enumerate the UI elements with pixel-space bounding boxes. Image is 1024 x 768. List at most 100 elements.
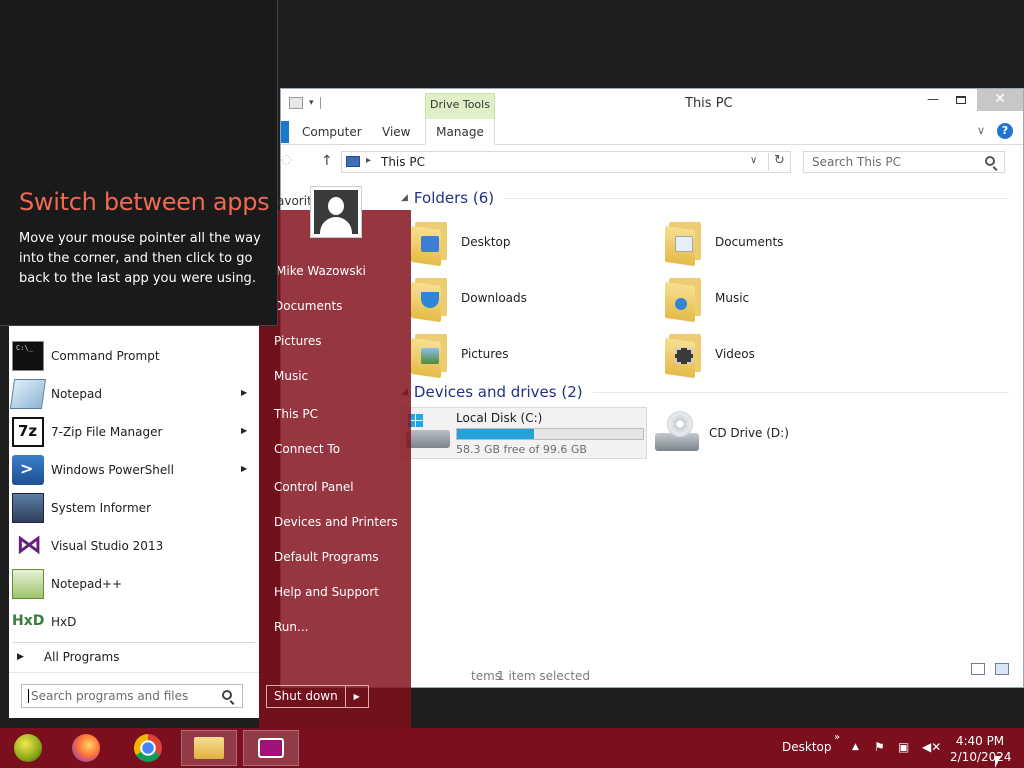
back-button[interactable]: ◌	[281, 152, 293, 170]
command-prompt-icon: C:\_	[12, 341, 44, 371]
submenu-arrow-icon[interactable]: ▶	[241, 426, 247, 435]
breadcrumb-this-pc[interactable]: This PC	[381, 155, 425, 169]
taskbar-camera-app[interactable]	[243, 730, 299, 766]
place-connect-to[interactable]: Connect To	[274, 442, 340, 456]
drive-cd-d[interactable]: CD Drive (D:)	[655, 407, 789, 459]
start-search-input[interactable]: Search programs and files	[21, 684, 243, 708]
folder-videos[interactable]: Videos	[665, 329, 755, 379]
desktop-folder-icon	[411, 220, 451, 267]
action-center-flag-icon[interactable]: ⚑	[874, 740, 885, 754]
start-button[interactable]	[0, 730, 56, 766]
place-documents[interactable]: Documents	[274, 299, 342, 313]
properties-icon[interactable]	[289, 97, 303, 109]
folder-downloads[interactable]: Downloads	[411, 273, 527, 323]
maximize-button[interactable]	[947, 89, 975, 111]
taskbar-chrome[interactable]	[120, 730, 176, 766]
address-bar[interactable]: ▸ This PC ∨ ↻	[341, 151, 791, 173]
drive-local-disk-c[interactable]: Local Disk (C:) 58.3 GB free of 99.6 GB	[401, 407, 647, 459]
place-run[interactable]: Run...	[274, 620, 308, 634]
seven-zip-icon: 7z	[12, 417, 44, 447]
submenu-arrow-icon[interactable]: ▶	[241, 464, 247, 473]
start-menu-divider	[13, 642, 255, 643]
address-history-chevron-icon[interactable]: ∨	[750, 155, 757, 166]
start-menu-divider	[9, 672, 259, 673]
place-default-programs[interactable]: Default Programs	[274, 550, 379, 564]
folder-label: Documents	[715, 235, 784, 249]
desktop-toolbar-label[interactable]: Desktop	[782, 740, 832, 754]
visual-studio-icon: ⋈	[16, 530, 42, 560]
program-label: Windows PowerShell	[51, 463, 174, 477]
devices-group-header[interactable]: ◢ Devices and drives (2)	[401, 383, 1009, 401]
toolbar-expand-chevron-icon[interactable]: »	[834, 732, 840, 743]
program-command-prompt[interactable]: C:\_ Command Prompt	[9, 338, 259, 374]
program-hxd[interactable]: HxD HxD	[9, 604, 259, 640]
videos-folder-icon	[665, 332, 705, 379]
place-devices-and-printers[interactable]: Devices and Printers	[274, 515, 398, 529]
search-icon[interactable]	[985, 156, 995, 166]
file-tab[interactable]	[281, 121, 289, 143]
camera-icon	[258, 738, 284, 758]
tab-view[interactable]: View	[382, 125, 410, 139]
program-7zip[interactable]: 7z 7-Zip File Manager ▶	[9, 414, 259, 450]
taskbar-firefox[interactable]	[58, 730, 114, 766]
program-notepad-plus-plus[interactable]: Notepad++	[9, 566, 259, 602]
place-help-and-support[interactable]: Help and Support	[274, 585, 379, 599]
folder-desktop[interactable]: Desktop	[411, 217, 511, 267]
refresh-button[interactable]: ↻	[768, 153, 790, 171]
user-avatar[interactable]	[310, 186, 362, 238]
nav-favorites[interactable]: avorit	[277, 194, 312, 208]
show-hidden-icons-arrow-icon[interactable]: ▲	[852, 742, 859, 752]
place-this-pc[interactable]: This PC	[274, 407, 318, 421]
tab-manage[interactable]: Manage	[425, 119, 495, 145]
breadcrumb-chevron-icon[interactable]: ▸	[366, 155, 371, 166]
program-powershell[interactable]: > Windows PowerShell ▶	[9, 452, 259, 488]
folder-label: Downloads	[461, 291, 527, 305]
shutdown-button[interactable]: Shut down	[267, 686, 346, 707]
minimize-button[interactable]: —	[919, 89, 947, 111]
place-music[interactable]: Music	[274, 369, 308, 383]
place-user-name[interactable]: Mike Wazowski	[276, 264, 366, 278]
expand-ribbon-chevron-icon[interactable]: ∨	[977, 124, 985, 137]
all-programs-button[interactable]: ▶ All Programs	[17, 650, 120, 664]
qa-separator	[319, 97, 321, 109]
submenu-arrow-icon[interactable]: ▶	[241, 388, 247, 397]
tab-computer[interactable]: Computer	[302, 125, 362, 139]
network-icon[interactable]: ▣	[898, 740, 909, 754]
clock-date: 2/10/2024	[950, 750, 1012, 764]
drive-usage-fill	[457, 428, 535, 439]
help-icon[interactable]: ?	[997, 123, 1013, 139]
folders-group-header[interactable]: ◢ Folders (6)	[401, 189, 1009, 207]
documents-folder-icon	[665, 220, 705, 267]
volume-muted-icon[interactable]: ◀✕	[922, 740, 941, 754]
drive-usage-bar	[456, 427, 644, 440]
all-programs-label: All Programs	[43, 650, 120, 664]
folder-documents[interactable]: Documents	[665, 217, 783, 267]
place-control-panel[interactable]: Control Panel	[274, 480, 354, 494]
drive-label: CD Drive (D:)	[709, 426, 789, 440]
drive-label: Local Disk (C:)	[456, 410, 543, 425]
start-search-placeholder: Search programs and files	[28, 689, 188, 703]
program-label: Notepad	[51, 387, 102, 401]
taskbar-file-explorer[interactable]	[181, 730, 237, 766]
search-icon[interactable]	[222, 690, 232, 700]
all-programs-arrow-icon: ▶	[17, 652, 24, 662]
title-bar[interactable]: ▾ Drive Tools This PC — ✕	[281, 89, 1023, 119]
folder-music[interactable]: Music	[665, 273, 749, 323]
details-view-icon[interactable]	[971, 663, 985, 675]
program-visual-studio[interactable]: ⋈ Visual Studio 2013	[9, 528, 259, 564]
shutdown-options-arrow-icon[interactable]: ▶	[346, 686, 368, 707]
program-label: HxD	[51, 615, 77, 629]
search-input[interactable]: Search This PC	[803, 151, 1005, 173]
system-clock[interactable]: 4:40 PM 2/10/2024	[950, 733, 1012, 765]
file-explorer-icon	[194, 737, 224, 759]
start-menu-programs-pane: C:\_ Command Prompt Notepad ▶ 7z 7-Zip F…	[9, 326, 259, 718]
large-icons-view-icon[interactable]	[995, 663, 1009, 675]
collapse-arrow-icon[interactable]: ◢	[401, 193, 408, 203]
program-system-informer[interactable]: System Informer	[9, 490, 259, 526]
customize-qa-chevron-icon[interactable]: ▾	[309, 98, 314, 108]
up-button[interactable]: ↑	[321, 153, 333, 169]
folder-pictures[interactable]: Pictures	[411, 329, 509, 379]
close-button[interactable]: ✕	[977, 89, 1023, 111]
program-notepad[interactable]: Notepad ▶	[9, 376, 259, 412]
place-pictures[interactable]: Pictures	[274, 334, 322, 348]
